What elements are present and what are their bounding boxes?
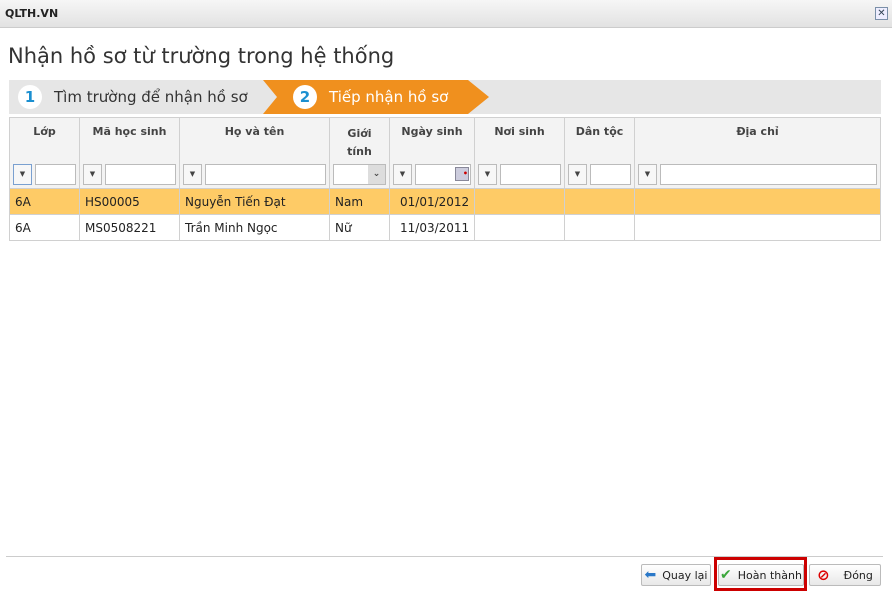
col-gioi-tinh[interactable]: Giới tính ⌄ xyxy=(329,117,390,189)
col-lop[interactable]: Lớp ▼ xyxy=(9,117,80,189)
header-label: Dân tộc xyxy=(575,125,624,138)
prohibited-icon: ⊘ xyxy=(817,566,830,584)
back-label: Quay lại xyxy=(662,568,708,582)
filter-input[interactable] xyxy=(590,164,631,185)
gender-select[interactable]: ⌄ xyxy=(333,164,386,185)
cell xyxy=(474,188,565,215)
arrow-left-icon: ⬅ xyxy=(644,567,657,583)
filter-input[interactable] xyxy=(105,164,176,185)
cell: Nguyễn Tiến Đạt xyxy=(179,188,330,215)
step-number: 2 xyxy=(293,85,317,109)
step-label: Tiếp nhận hồ sơ xyxy=(329,88,449,106)
cell xyxy=(564,188,635,215)
filter-dropdown[interactable]: ▼ xyxy=(183,164,202,185)
back-button[interactable]: ⬅ Quay lại xyxy=(641,564,711,586)
header-label: Ngày sinh xyxy=(401,125,463,138)
col-ngay-sinh[interactable]: Ngày sinh ▼ • xyxy=(389,117,475,189)
student-grid: Lớp ▼ Mã học sinh ▼ Họ và tên ▼ Giới tính ⌄ … xyxy=(9,117,881,241)
header-label: Lớp xyxy=(33,125,56,138)
header-label: Giới tính xyxy=(347,127,372,158)
title-bar: QLTH.VN ✕ xyxy=(0,0,892,28)
chevron-down-icon: ⌄ xyxy=(368,165,385,184)
cell: 6A xyxy=(9,188,80,215)
finish-button[interactable]: ✔ Hoàn thành xyxy=(718,564,804,586)
col-ho-ten[interactable]: Họ và tên ▼ xyxy=(179,117,330,189)
header-row: Lớp ▼ Mã học sinh ▼ Họ và tên ▼ Giới tính ⌄ … xyxy=(9,117,881,189)
cell: MS0508221 xyxy=(79,214,180,241)
filter-input[interactable] xyxy=(35,164,76,185)
cell: 01/01/2012 xyxy=(389,188,475,215)
header-label: Địa chỉ xyxy=(736,125,779,138)
header-label: Họ và tên xyxy=(224,125,285,138)
table-row[interactable]: 6A MS0508221 Trần Minh Ngọc Nữ 11/03/2011 xyxy=(9,214,881,241)
close-label: Đóng xyxy=(843,568,873,582)
filter-dropdown[interactable]: ▼ xyxy=(393,164,412,185)
filter-dropdown[interactable]: ▼ xyxy=(83,164,102,185)
filter-dropdown[interactable]: ▼ xyxy=(13,164,32,185)
cell: HS00005 xyxy=(79,188,180,215)
filter-dropdown[interactable]: ▼ xyxy=(568,164,587,185)
filter-dropdown[interactable]: ▼ xyxy=(638,164,657,185)
wizard-steps: 1 Tìm trường để nhận hồ sơ 2 Tiếp nhận hồ … xyxy=(9,80,881,114)
cell: Nữ xyxy=(329,214,390,241)
window-title: QLTH.VN xyxy=(5,7,59,20)
finish-label: Hoàn thành xyxy=(737,568,802,582)
cell xyxy=(634,214,881,241)
step-1[interactable]: 1 Tìm trường để nhận hồ sơ xyxy=(18,80,248,114)
table-row[interactable]: 6A HS00005 Nguyễn Tiến Đạt Nam 01/01/2012 xyxy=(9,188,881,215)
check-icon: ✔ xyxy=(720,567,732,583)
page-title: Nhận hồ sơ từ trường trong hệ thống xyxy=(8,44,395,68)
header-label: Nơi sinh xyxy=(494,125,545,138)
filter-input[interactable] xyxy=(500,164,561,185)
col-ma-hoc-sinh[interactable]: Mã học sinh ▼ xyxy=(79,117,180,189)
filter-input[interactable] xyxy=(660,164,877,185)
col-dia-chi[interactable]: Địa chỉ ▼ xyxy=(634,117,881,189)
close-button[interactable]: ⊘ Đóng xyxy=(809,564,881,586)
col-dan-toc[interactable]: Dân tộc ▼ xyxy=(564,117,635,189)
col-noi-sinh[interactable]: Nơi sinh ▼ xyxy=(474,117,565,189)
close-icon[interactable]: ✕ xyxy=(875,7,888,20)
cell xyxy=(474,214,565,241)
header-label: Mã học sinh xyxy=(92,125,167,138)
cell xyxy=(564,214,635,241)
cell: 11/03/2011 xyxy=(389,214,475,241)
step-number: 1 xyxy=(18,85,42,109)
step-label: Tìm trường để nhận hồ sơ xyxy=(54,88,248,106)
filter-input[interactable] xyxy=(205,164,326,185)
cell: Trần Minh Ngọc xyxy=(179,214,330,241)
date-input[interactable]: • xyxy=(415,164,471,185)
cell: 6A xyxy=(9,214,80,241)
cell: Nam xyxy=(329,188,390,215)
cell xyxy=(634,188,881,215)
calendar-icon[interactable]: • xyxy=(455,167,469,181)
filter-dropdown[interactable]: ▼ xyxy=(478,164,497,185)
step-2[interactable]: 2 Tiếp nhận hồ sơ xyxy=(293,80,448,114)
